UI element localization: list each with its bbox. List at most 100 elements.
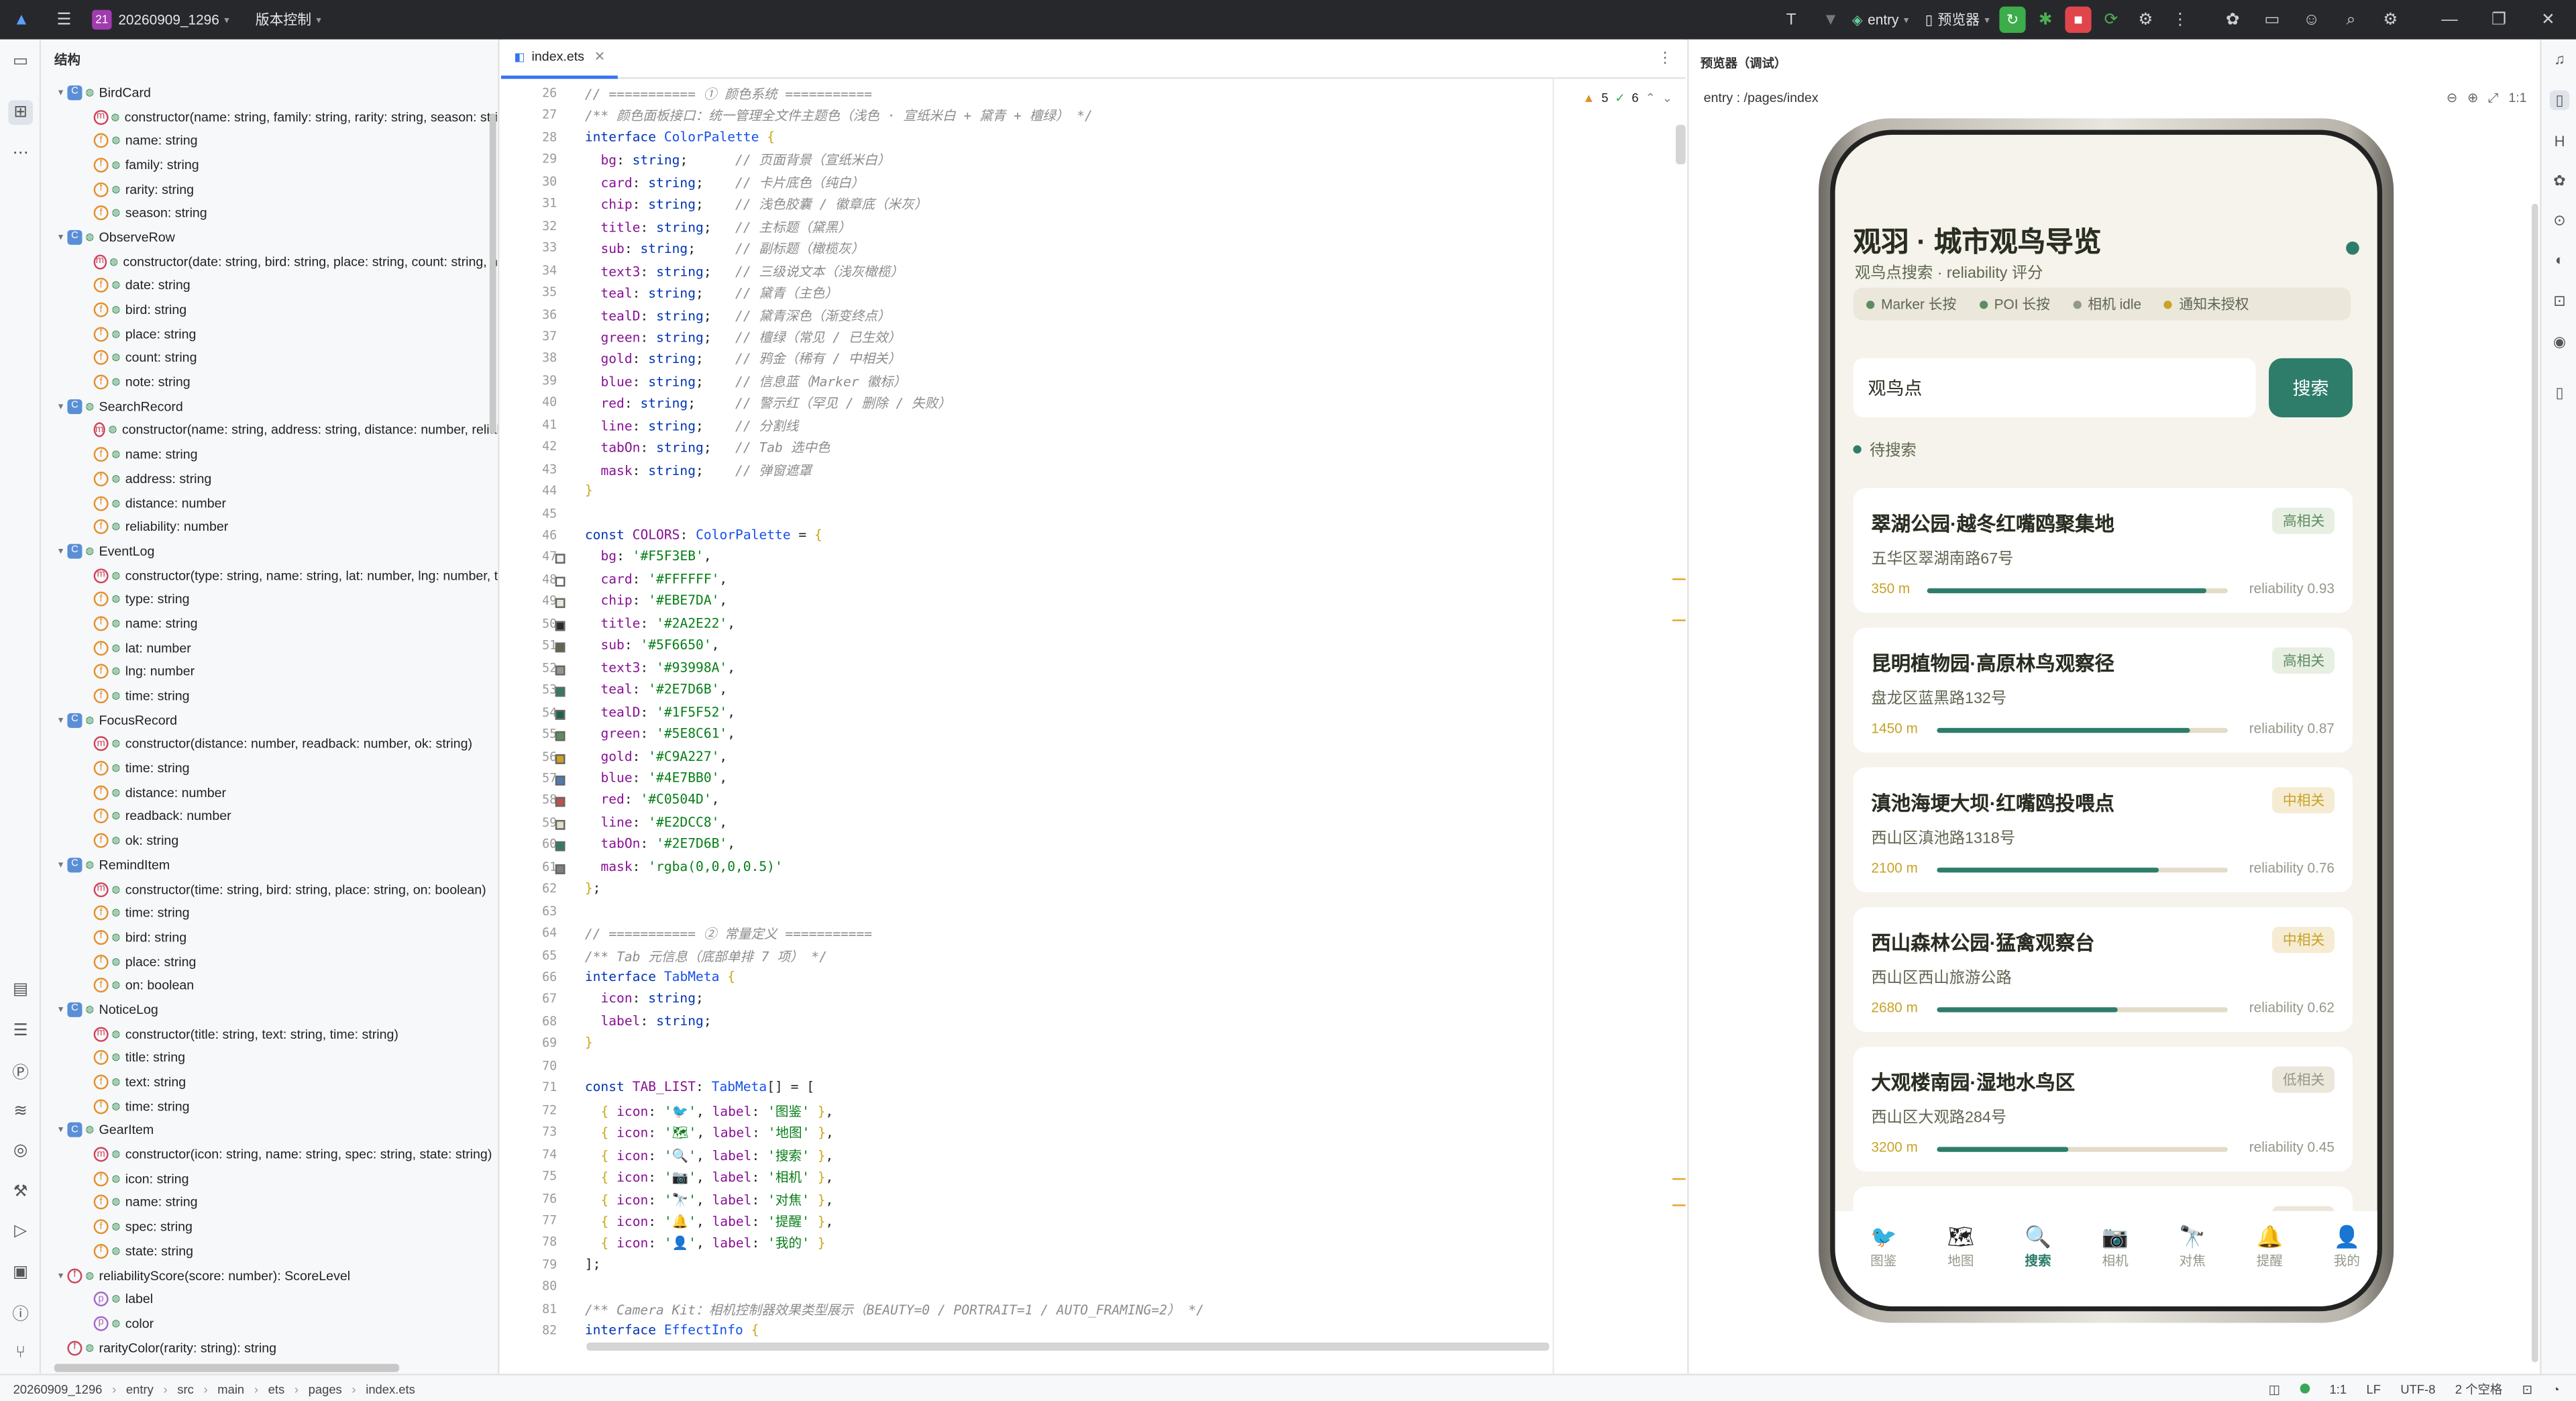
run-panel-icon[interactable]: ▷ <box>8 1219 33 1244</box>
structure-item[interactable]: f ◍ spec: string <box>41 1215 498 1239</box>
structure-item[interactable]: f ◍ name: string <box>41 129 498 153</box>
structure-item[interactable]: f ◍ reliability: number <box>41 515 498 539</box>
nav-tab[interactable]: 👤 我的 <box>2308 1223 2377 1270</box>
todo-icon[interactable]: ☰ <box>8 1019 33 1043</box>
code-area[interactable]: // =========== ① 颜色系统 =========== /** 颜色面… <box>501 82 1552 1373</box>
structure-item[interactable]: f ◍ ok: string <box>41 829 498 853</box>
chevron-down-icon[interactable]: ⌄ <box>1662 91 1672 105</box>
breadcrumb-item[interactable]: 20260909_1296 <box>13 1381 103 1396</box>
structure-item[interactable]: m ◍ constructor(time: string, bird: string… <box>41 877 498 901</box>
zoom-in-icon[interactable]: ⊕ <box>2467 91 2478 107</box>
cursor-position[interactable]: 1:1 <box>2330 1381 2347 1396</box>
structure-item[interactable]: ▾ C ◍ FocusRecord <box>41 708 498 732</box>
structure-item[interactable]: m ◍ constructor(date: string, bird: string… <box>41 250 498 274</box>
result-card[interactable]: 翠湖公园·越冬红嘴鸥聚集地 高相关 五华区翠湖南路67号 350 m reliabili… <box>1853 488 2353 613</box>
structure-icon[interactable]: ⊞ <box>8 100 33 125</box>
hammer-icon[interactable]: ▼ <box>1816 5 1845 34</box>
run-target-select[interactable]: ◈ entry ▾ <box>1852 0 1909 40</box>
structure-item[interactable]: f ◍ distance: number <box>41 780 498 805</box>
result-card[interactable]: 西山森林公园·猛禽观察台 中相关 西山区西山旅游公路 2680 m reliabilit… <box>1853 906 2353 1032</box>
text-tool-icon[interactable]: T <box>1776 5 1806 34</box>
settings-gear-icon[interactable]: ⚙ <box>2375 5 2405 34</box>
git-icon[interactable]: ⑂ <box>8 1341 33 1365</box>
chevron-up-icon[interactable]: ⌃ <box>1645 91 1655 105</box>
structure-item[interactable]: f ◍ date: string <box>41 274 498 298</box>
more-icon[interactable]: ⋮ <box>2165 5 2195 34</box>
structure-item[interactable]: f ◍ place: string <box>41 949 498 974</box>
folder-icon[interactable]: ▭ <box>2257 5 2287 34</box>
breadcrumb-item[interactable]: ets <box>268 1381 285 1396</box>
editor-scrollbar[interactable] <box>1675 125 1686 164</box>
structure-item[interactable]: f ◍ count: string <box>41 346 498 370</box>
structure-item[interactable]: f ◍ time: string <box>41 1094 498 1119</box>
zoom-out-icon[interactable]: ⊖ <box>2447 91 2457 107</box>
structure-item[interactable]: f ◍ place: string <box>41 322 498 346</box>
restore-icon[interactable]: ❐ <box>2484 5 2514 34</box>
indent-setting[interactable]: 2 个空格 <box>2455 1380 2502 1398</box>
device-preview-icon[interactable]: ▯ <box>2550 383 2569 403</box>
structure-item[interactable]: ▾ C ◍ BirdCard <box>41 81 498 105</box>
structure-item[interactable]: f ◍ family: string <box>41 153 498 177</box>
app-analyzer-icon[interactable]: ⊡ <box>2550 291 2569 310</box>
structure-item[interactable]: f ◍ type: string <box>41 587 498 611</box>
structure-item[interactable]: ▾ C ◍ ObserveRow <box>41 225 498 250</box>
build-icon[interactable]: ⚒ <box>8 1180 33 1204</box>
device-manager-icon[interactable]: ⊙ <box>2550 210 2569 229</box>
previewer-toggle-icon[interactable]: ▯ <box>2549 90 2570 111</box>
structure-item[interactable]: f ◍ lat: number <box>41 635 498 660</box>
structure-hscrollbar[interactable] <box>54 1363 400 1372</box>
structure-item[interactable]: m ◍ constructor(name: string, family: stri… <box>41 105 498 129</box>
structure-item[interactable]: f ◍ text: string <box>41 1070 498 1094</box>
main-menu-icon[interactable]: ☰ <box>49 5 78 34</box>
structure-item[interactable]: f ◍ time: string <box>41 684 498 708</box>
nav-tab[interactable]: 🔭 对焦 <box>2154 1223 2231 1270</box>
structure-item[interactable]: f ◍ time: string <box>41 756 498 780</box>
zoom-ratio[interactable]: 1:1 <box>2508 91 2526 107</box>
structure-scrollbar[interactable] <box>489 113 496 434</box>
inspector-eye-icon[interactable]: ◉ <box>2550 332 2569 352</box>
structure-item[interactable]: f ◍ name: string <box>41 611 498 635</box>
stop-button[interactable]: ■ <box>2065 6 2092 33</box>
sync-icon[interactable]: ◐ <box>2550 250 2569 269</box>
inspection-widget[interactable]: ▲ 5 ✓ 6 ⌃ ⌄ <box>1582 91 1672 105</box>
notification-icon[interactable]: ♫ <box>2550 49 2569 68</box>
plugin-panel-icon[interactable]: ✿ <box>2550 171 2569 191</box>
tab-close-icon[interactable]: ✕ <box>594 49 605 64</box>
plugin-icon[interactable]: ✿ <box>2218 5 2247 34</box>
structure-item[interactable]: f ◍ readback: number <box>41 805 498 829</box>
breadcrumb-item[interactable]: src <box>177 1381 193 1396</box>
structure-item[interactable]: f ◍ bird: string <box>41 298 498 322</box>
structure-item[interactable]: f ◍ name: string <box>41 1191 498 1215</box>
debug-icon[interactable]: ✱ <box>2031 5 2060 34</box>
project-switcher[interactable]: 21 20260909_1296 ▾ <box>92 0 229 40</box>
structure-item[interactable]: f ◍ note: string <box>41 370 498 395</box>
nav-tab[interactable]: 🗺 地图 <box>1922 1223 1999 1270</box>
device-select[interactable]: ▯ 预览器 ▾ <box>1925 0 1990 40</box>
structure-item[interactable]: f ◍ bird: string <box>41 925 498 949</box>
result-card[interactable]: 滇池海埂大坝·红嘴鸥投喂点 中相关 西山区滇池路1318号 2100 m reliabi… <box>1853 767 2353 892</box>
services-icon[interactable]: ◎ <box>8 1139 33 1163</box>
result-card[interactable]: 黑龙潭公园·古树留鸟区低相关 <box>1853 1186 2353 1211</box>
editor-hscrollbar[interactable] <box>586 1342 1550 1351</box>
line-ending[interactable]: LF <box>2367 1381 2381 1396</box>
result-card[interactable]: 大观楼南园·湿地水鸟区 低相关 西山区大观路284号 3200 m reliabilit… <box>1853 1047 2353 1172</box>
file-encoding[interactable]: UTF-8 <box>2400 1381 2435 1396</box>
ai-assist-icon[interactable]: ◫ <box>2269 1381 2280 1396</box>
structure-item[interactable]: f ◍ title: string <box>41 1046 498 1070</box>
problems-icon[interactable]: ⓘ <box>8 1300 33 1325</box>
project-folder-icon[interactable]: ▭ <box>8 49 33 74</box>
profiler-panel-icon[interactable]: Ⓟ <box>8 1058 33 1083</box>
structure-item[interactable]: m ◍ constructor(title: string, text: strin… <box>41 1022 498 1046</box>
preview-scrollbar[interactable] <box>2531 203 2538 1363</box>
breadcrumb-item[interactable]: main <box>217 1381 244 1396</box>
fit-icon[interactable]: ⤢ <box>2488 91 2499 107</box>
result-card[interactable]: 昆明植物园·高原林鸟观察径 高相关 盘龙区蓝黑路132号 1450 m reliabil… <box>1853 627 2353 753</box>
breadcrumb-item[interactable]: pages <box>309 1381 342 1396</box>
bookmarks-icon[interactable]: ▤ <box>8 978 33 1002</box>
structure-item[interactable]: f ◍ time: string <box>41 901 498 925</box>
account-icon[interactable]: ☺ <box>2297 5 2326 34</box>
profiler-icon[interactable]: ⚙ <box>2131 5 2160 34</box>
nav-tab[interactable]: 📷 相机 <box>2077 1223 2154 1270</box>
nav-tab[interactable]: 🔍 搜索 <box>1999 1223 2076 1270</box>
vcs-menu[interactable]: 版本控制 ▾ <box>256 0 321 40</box>
